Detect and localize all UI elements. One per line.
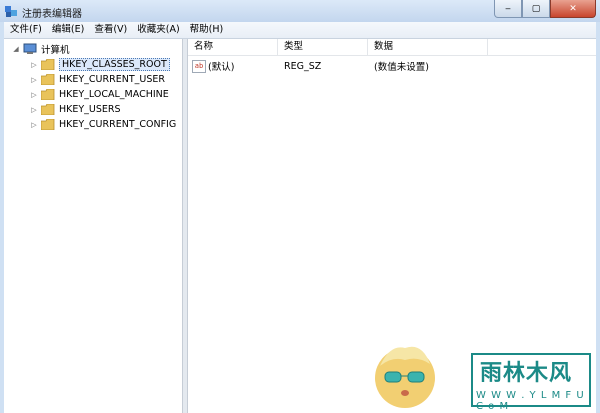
menu-favorites[interactable]: 收藏夹(A) [133,22,183,38]
folder-icon [41,59,55,70]
folder-icon [41,104,55,115]
title-bar[interactable]: 注册表编辑器 ‒ ▢ ✕ [0,0,600,22]
expand-icon[interactable]: ▷ [30,76,38,84]
value-type: REG_SZ [284,60,322,72]
mascot-logo [375,346,435,408]
tree-item-hkey-current-config[interactable]: ▷ HKEY_CURRENT_CONFIG [30,117,176,132]
expand-icon[interactable]: ▷ [30,91,38,99]
minimize-button[interactable]: ‒ [494,0,522,18]
string-value-icon: ab [192,59,206,73]
window-controls: ‒ ▢ ✕ [494,0,596,18]
tree-item-computer[interactable]: ◢ 计算机 [12,41,70,56]
menu-bar: 文件(F) 编辑(E) 查看(V) 收藏夹(A) 帮助(H) [4,22,596,38]
collapse-icon[interactable]: ◢ [12,45,20,53]
minimize-icon: ‒ [505,3,511,14]
tree-item-label: HKEY_USERS [59,104,121,115]
expand-icon[interactable]: ▷ [30,121,38,129]
close-button[interactable]: ✕ [550,0,596,18]
value-name: (默认) [208,62,235,73]
column-header-data[interactable]: 数据 [368,39,488,55]
tree-pane[interactable]: ◢ 计算机 ▷ HKEY_CLASSES_ROOT ▷ HKEY_CURRENT… [4,39,182,413]
expand-icon[interactable]: ▷ [30,106,38,114]
maximize-icon: ▢ [531,3,541,14]
list-item[interactable]: ab (默认) REG_SZ (数值未设置) [188,59,488,73]
expand-icon[interactable]: ▷ [30,61,38,69]
tree-item-hkey-users[interactable]: ▷ HKEY_USERS [30,102,121,117]
tree-item-label: 计算机 [41,44,70,56]
menu-view[interactable]: 查看(V) [90,22,131,38]
menu-file[interactable]: 文件(F) [6,22,46,38]
tree-item-hkey-classes-root[interactable]: ▷ HKEY_CLASSES_ROOT [30,57,170,72]
watermark-url: W W W . Y L M F U . C o M [476,390,594,412]
tree-item-label: HKEY_CLASSES_ROOT [59,58,170,71]
tree-item-label: HKEY_LOCAL_MACHINE [59,89,169,100]
maximize-button[interactable]: ▢ [522,0,550,18]
menu-edit[interactable]: 编辑(E) [48,22,88,38]
tree-item-label: HKEY_CURRENT_USER [59,74,165,85]
close-icon: ✕ [569,3,577,14]
tree-item-hkey-current-user[interactable]: ▷ HKEY_CURRENT_USER [30,72,165,87]
value-data: (数值未设置) [374,62,429,73]
folder-icon [41,89,55,100]
column-header-name[interactable]: 名称 [188,39,278,55]
tree-item-label: HKEY_CURRENT_CONFIG [59,119,177,130]
tree-item-hkey-local-machine[interactable]: ▷ HKEY_LOCAL_MACHINE [30,87,169,102]
list-header: 名称 类型 数据 [188,39,596,56]
folder-icon [41,74,55,85]
watermark-title: 雨林木风 [480,360,573,386]
column-header-type[interactable]: 类型 [278,39,368,55]
site-watermark: 雨林木风 W W W . Y L M F U . C o M [466,350,596,412]
window-title: 注册表编辑器 [22,9,82,20]
menu-help[interactable]: 帮助(H) [186,22,228,38]
folder-icon [41,119,55,130]
computer-icon [23,43,37,54]
value-name-cell: ab (默认) [188,59,278,73]
registry-editor-icon [5,6,17,17]
